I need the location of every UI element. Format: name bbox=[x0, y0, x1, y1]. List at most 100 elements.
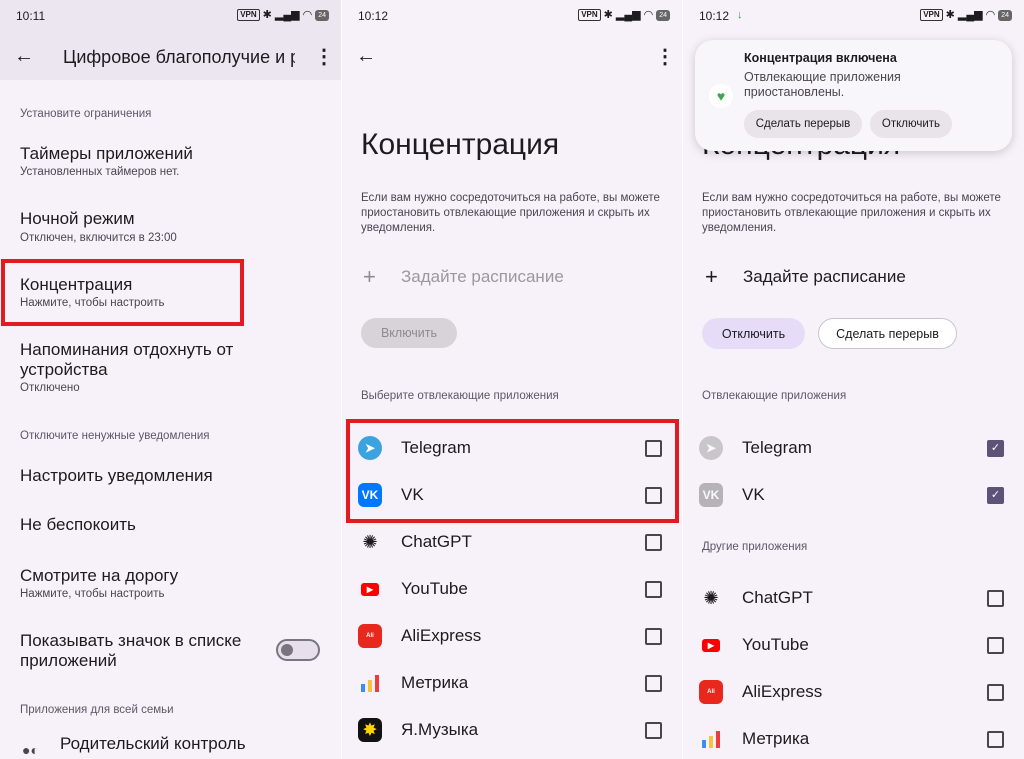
telegram-icon: ➤ bbox=[699, 436, 723, 460]
top-app-bar: ← Цифровое благополучие и р... ⋮ bbox=[0, 34, 341, 80]
highlight-box bbox=[1, 259, 244, 326]
app-checkbox[interactable] bbox=[987, 637, 1004, 654]
app-checkbox-checked[interactable]: ✓ bbox=[987, 487, 1004, 504]
notification-text: Отвлекающие приложения приостановлены. bbox=[744, 70, 901, 99]
take-break-button[interactable]: Сделать перерыв bbox=[818, 318, 957, 349]
toggle-knob bbox=[281, 644, 293, 656]
focus-notification[interactable]: ♥ Концентрация включена Отвлекающие прил… bbox=[695, 40, 1012, 151]
back-arrow-icon[interactable]: ← bbox=[14, 45, 34, 68]
app-row-youtube[interactable]: ▶ YouTube bbox=[342, 569, 682, 609]
signal-icon: ▂▄▆ bbox=[957, 9, 983, 21]
status-bar: 10:12 VPN ✱ ▂▄▆ ◠ 24 bbox=[342, 0, 682, 34]
app-row-chatgpt[interactable]: ✺ ChatGPT bbox=[342, 522, 682, 562]
bluetooth-icon: ✱ bbox=[945, 9, 955, 21]
app-checkbox[interactable] bbox=[645, 628, 662, 645]
app-checkbox[interactable] bbox=[645, 675, 662, 692]
yandex-music-icon: ✸ bbox=[358, 718, 382, 742]
item-subtitle: Отключен, включится в 23:00 bbox=[20, 232, 177, 244]
section-header-limits: Установите ограничения bbox=[20, 108, 152, 120]
set-schedule-button[interactable]: Задайте расписание bbox=[743, 267, 906, 287]
app-row-telegram[interactable]: ➤ Telegram ✓ bbox=[683, 428, 1024, 468]
section-header-distracting: Отвлекающие приложения bbox=[702, 390, 847, 402]
plus-icon: + bbox=[363, 264, 376, 289]
app-row-metrika[interactable]: Метрика bbox=[683, 719, 1024, 759]
app-name: Метрика bbox=[401, 673, 469, 692]
aliexpress-icon: Ali bbox=[358, 624, 382, 648]
status-time: 10:12 bbox=[358, 9, 389, 23]
vpn-icon: VPN bbox=[920, 9, 943, 21]
item-subtitle: Отключено bbox=[20, 382, 80, 394]
status-icons: VPN ✱ ▂▄▆ ◠ 24 bbox=[578, 9, 670, 21]
enable-button[interactable]: Включить bbox=[361, 318, 457, 348]
youtube-icon: ▶ bbox=[699, 633, 723, 657]
description: Если вам нужно сосредоточиться на работе… bbox=[702, 192, 1001, 234]
status-icons: VPN ✱ ▂▄▆ ◠ 24 bbox=[920, 9, 1012, 21]
section-header-family: Приложения для всей семьи bbox=[20, 704, 174, 716]
status-bar: 10:11 VPN ✱ ▂▄▆ ◠ 24 bbox=[0, 0, 341, 34]
focus-mode-active-screen: 10:12 ↓ VPN ✱ ▂▄▆ ◠ 24 Концентрация Если… bbox=[683, 0, 1024, 759]
page-title: Цифровое благополучие и р... bbox=[63, 47, 295, 67]
item-title: Ночной режим bbox=[20, 209, 135, 228]
app-checkbox[interactable] bbox=[987, 590, 1004, 607]
focus-mode-setup-screen: 10:12 VPN ✱ ▂▄▆ ◠ 24 ← ⋮ Концентрация Ес… bbox=[342, 0, 682, 759]
app-name: Telegram bbox=[742, 438, 812, 457]
app-name: Я.Музыка bbox=[401, 720, 479, 739]
wifi-icon: ◠ bbox=[643, 9, 654, 21]
app-checkbox[interactable] bbox=[987, 684, 1004, 701]
list-item-manage-notifications[interactable]: Настроить уведомления bbox=[20, 466, 213, 486]
app-checkbox[interactable] bbox=[645, 722, 662, 739]
battery-icon: 24 bbox=[315, 9, 329, 21]
app-name: VK bbox=[742, 485, 765, 504]
item-title: Напоминания отдохнуть от устройства bbox=[20, 340, 234, 379]
app-name: ChatGPT bbox=[401, 532, 472, 551]
set-schedule-button[interactable]: Задайте расписание bbox=[401, 267, 564, 287]
notification-off-button[interactable]: Отключить bbox=[870, 110, 952, 138]
description: Если вам нужно сосредоточиться на работе… bbox=[361, 192, 660, 234]
app-name: ChatGPT bbox=[742, 588, 813, 607]
more-options-icon[interactable]: ⋮ bbox=[655, 44, 675, 69]
list-item-parental-control[interactable]: Родительский контроль bbox=[60, 734, 246, 754]
chatgpt-icon: ✺ bbox=[703, 587, 719, 608]
status-icons: VPN ✱ ▂▄▆ ◠ 24 bbox=[237, 9, 329, 21]
youtube-icon: ▶ bbox=[358, 577, 382, 601]
item-subtitle: Установленных таймеров нет. bbox=[20, 166, 180, 178]
app-row-aliexpress[interactable]: Ali AliExpress bbox=[342, 616, 682, 656]
show-icon-toggle[interactable] bbox=[276, 639, 320, 661]
vpn-icon: VPN bbox=[578, 9, 601, 21]
app-checkbox[interactable] bbox=[987, 731, 1004, 748]
metrika-icon bbox=[358, 671, 382, 695]
section-header-notifications: Отключите ненужные уведомления bbox=[20, 430, 210, 442]
app-row-chatgpt[interactable]: ✺ ChatGPT bbox=[683, 578, 1024, 618]
download-icon: ↓ bbox=[737, 9, 743, 21]
app-name: Метрика bbox=[742, 729, 810, 748]
app-name: YouTube bbox=[742, 635, 809, 654]
item-title: Показывать значок в списке приложений bbox=[20, 631, 242, 670]
section-header-apps: Выберите отвлекающие приложения bbox=[361, 390, 559, 402]
app-checkbox-checked[interactable]: ✓ bbox=[987, 440, 1004, 457]
app-row-yandex-music[interactable]: ✸ Я.Музыка bbox=[342, 710, 682, 750]
list-item-do-not-disturb[interactable]: Не беспокоить bbox=[20, 515, 136, 535]
more-options-icon[interactable]: ⋮ bbox=[314, 44, 334, 69]
section-header-other: Другие приложения bbox=[702, 541, 808, 553]
page-title: Концентрация bbox=[361, 128, 560, 161]
item-title: Смотрите на дорогу bbox=[20, 566, 179, 585]
item-title: Таймеры приложений bbox=[20, 144, 193, 163]
signal-icon: ▂▄▆ bbox=[615, 9, 641, 21]
notification-break-button[interactable]: Сделать перерыв bbox=[744, 110, 862, 138]
back-arrow-icon[interactable]: ← bbox=[356, 45, 376, 68]
notification-title: Концентрация включена bbox=[744, 51, 897, 65]
vk-icon: VK bbox=[699, 483, 723, 507]
screenshot-collage: 10:11 VPN ✱ ▂▄▆ ◠ 24 ← Цифровое благопол… bbox=[0, 0, 1024, 759]
app-row-youtube[interactable]: ▶ YouTube bbox=[683, 625, 1024, 665]
app-row-vk[interactable]: VK VK ✓ bbox=[683, 475, 1024, 515]
wellbeing-icon: ♥ bbox=[709, 84, 733, 108]
item-subtitle: Нажмите, чтобы настроить bbox=[20, 588, 165, 600]
wifi-icon: ◠ bbox=[302, 9, 313, 21]
highlight-box bbox=[346, 419, 679, 523]
app-checkbox[interactable] bbox=[645, 534, 662, 551]
disable-button[interactable]: Отключить bbox=[702, 318, 805, 349]
app-checkbox[interactable] bbox=[645, 581, 662, 598]
app-row-metrika[interactable]: Метрика bbox=[342, 663, 682, 703]
aliexpress-icon: Ali bbox=[699, 680, 723, 704]
app-row-aliexpress[interactable]: Ali AliExpress bbox=[683, 672, 1024, 712]
